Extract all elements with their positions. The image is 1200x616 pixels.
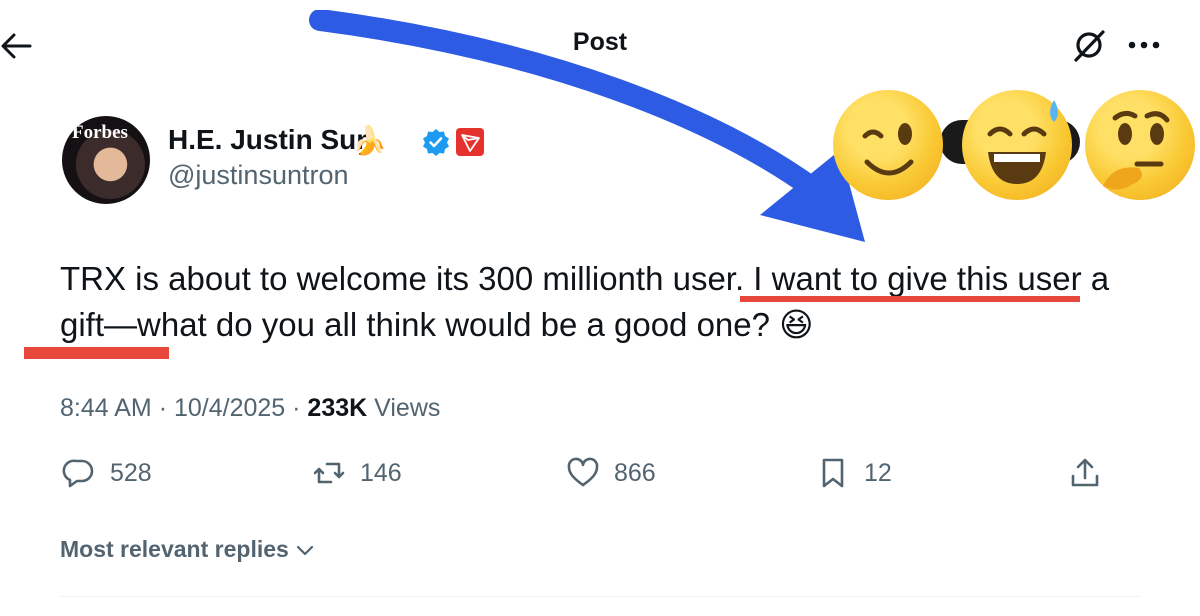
like-count: 866 <box>614 458 656 487</box>
more-options-icon[interactable] <box>1124 30 1164 60</box>
avatar[interactable]: Forbes <box>62 116 150 204</box>
replies-sort-dropdown[interactable]: Most relevant replies <box>60 536 315 563</box>
bookmark-count: 12 <box>864 458 892 487</box>
tweet-time[interactable]: 8:44 AM <box>60 394 152 422</box>
tweet-meta: 8:44 AM · 10/4/2025 · 233K Views <box>60 394 440 423</box>
like-button[interactable]: 866 <box>566 453 656 493</box>
tweet-text: TRX is about to welcome its 300 milliont… <box>60 260 1110 343</box>
grinning-sweat-face-emoji <box>962 90 1072 200</box>
avatar-magazine-label: Forbes <box>72 122 128 143</box>
repost-button[interactable]: 146 <box>312 453 402 493</box>
annotation-underline <box>740 296 1080 302</box>
annotation-arrow <box>309 10 865 242</box>
share-button[interactable] <box>1068 453 1102 493</box>
meta-separator: · <box>292 394 301 422</box>
views-count: 233K <box>307 394 368 422</box>
chevron-down-icon <box>297 545 314 556</box>
banana-emoji: 🍌 <box>352 125 387 156</box>
tweet-date[interactable]: 10/4/2025 <box>174 394 285 422</box>
grok-icon[interactable] <box>1070 26 1108 64</box>
share-icon <box>1071 458 1099 487</box>
views-label: Views <box>374 394 441 422</box>
reply-icon <box>62 459 94 488</box>
bookmark-button[interactable]: 12 <box>816 453 892 493</box>
thinking-face-emoji <box>1085 90 1195 200</box>
repost-icon <box>313 462 345 484</box>
author-handle[interactable]: @justinsuntron <box>168 160 349 191</box>
author-name[interactable]: H.E. Justin Sun <box>168 124 373 156</box>
repost-count: 146 <box>360 458 402 487</box>
reply-count: 528 <box>110 458 152 487</box>
heart-icon <box>567 457 599 487</box>
verified-check-icon[interactable] <box>422 128 450 156</box>
reply-button[interactable]: 528 <box>62 453 152 493</box>
meta-separator: · <box>158 394 168 422</box>
annotation-underline <box>24 347 169 359</box>
bookmark-icon <box>822 458 844 488</box>
tron-logo-icon[interactable] <box>456 128 484 156</box>
replies-sort-label: Most relevant replies <box>60 536 289 562</box>
winking-face-emoji <box>833 90 943 200</box>
divider <box>60 596 1140 597</box>
